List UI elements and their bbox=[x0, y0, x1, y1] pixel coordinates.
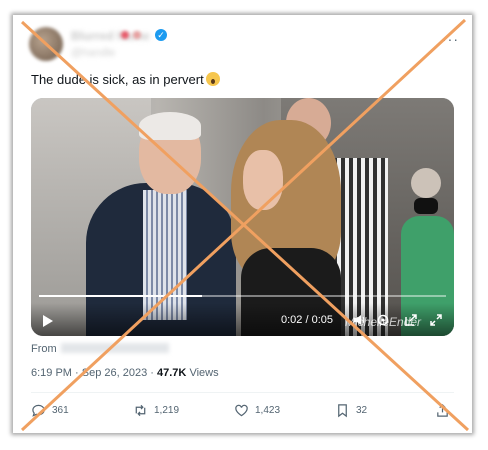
volume-icon[interactable] bbox=[353, 313, 367, 330]
video-progress-bar[interactable] bbox=[39, 295, 446, 297]
share-button[interactable] bbox=[435, 403, 456, 418]
settings-gear-icon[interactable] bbox=[376, 313, 390, 330]
divider bbox=[31, 392, 454, 393]
video-controls: 0:02 / 0:05 MichelleEnder bbox=[31, 303, 454, 336]
meta-separator: · bbox=[150, 367, 154, 379]
tweet-meta: 6:19 PM · Sep 26, 2023 · 47.7K Views bbox=[31, 367, 219, 379]
reply-button[interactable]: 361 bbox=[31, 403, 69, 418]
tweet-text-content: The dude is sick, as in pervert bbox=[31, 72, 204, 87]
video-player[interactable]: 0:02 / 0:05 MichelleEnder bbox=[31, 98, 454, 336]
views-label: Views bbox=[189, 367, 219, 379]
video-figure bbox=[414, 198, 438, 214]
tweet-card: Blurred Name ✓ @handle ··· The dude is s… bbox=[13, 15, 472, 433]
retweet-button[interactable]: 1,219 bbox=[133, 403, 179, 418]
tweet-time[interactable]: 6:19 PM bbox=[31, 367, 72, 379]
bookmark-count: 32 bbox=[356, 405, 368, 416]
from-label: From bbox=[31, 343, 57, 355]
heart-emoji-icon bbox=[121, 31, 129, 39]
retweet-icon bbox=[135, 404, 146, 417]
heart-emoji-icon-2 bbox=[133, 31, 141, 39]
tweet-header: Blurred Name ✓ @handle ··· bbox=[29, 25, 459, 65]
more-options-icon[interactable]: ··· bbox=[442, 31, 459, 47]
bookmark-button[interactable]: 32 bbox=[335, 403, 367, 418]
verified-badge-icon: ✓ bbox=[155, 29, 167, 41]
tweet-actions: 361 1,219 1,423 32 bbox=[31, 403, 454, 423]
video-time: 0:02 / 0:05 bbox=[281, 314, 333, 326]
video-figure bbox=[139, 112, 201, 140]
avatar[interactable] bbox=[29, 27, 63, 61]
meta-separator: · bbox=[75, 367, 79, 379]
reply-count: 361 bbox=[52, 405, 69, 416]
retweet-count: 1,219 bbox=[154, 405, 180, 416]
video-progress-fill bbox=[39, 295, 202, 297]
heart-icon bbox=[235, 404, 248, 417]
duration: 0:05 bbox=[311, 314, 334, 326]
popout-icon[interactable] bbox=[404, 313, 418, 330]
time-separator: / bbox=[305, 314, 309, 326]
views-count: 47.7K bbox=[157, 367, 187, 379]
fullscreen-icon[interactable] bbox=[429, 313, 443, 330]
source-account-blurred[interactable] bbox=[60, 343, 169, 353]
video-figure bbox=[411, 168, 441, 198]
bookmark-icon bbox=[338, 404, 347, 418]
author-handle-blurred[interactable]: @handle bbox=[71, 47, 115, 59]
reply-icon bbox=[32, 404, 45, 417]
like-count: 1,423 bbox=[255, 405, 281, 416]
tweet-date[interactable]: Sep 26, 2023 bbox=[82, 367, 147, 379]
video-figure bbox=[143, 190, 187, 320]
video-source: From bbox=[31, 343, 169, 355]
like-button[interactable]: 1,423 bbox=[234, 403, 280, 418]
screaming-face-emoji-icon bbox=[205, 72, 220, 86]
current-time: 0:02 bbox=[281, 314, 303, 326]
play-icon[interactable] bbox=[43, 315, 53, 327]
share-icon bbox=[437, 404, 448, 417]
video-figure bbox=[243, 150, 283, 210]
tweet-text: The dude is sick, as in pervert bbox=[31, 72, 220, 87]
